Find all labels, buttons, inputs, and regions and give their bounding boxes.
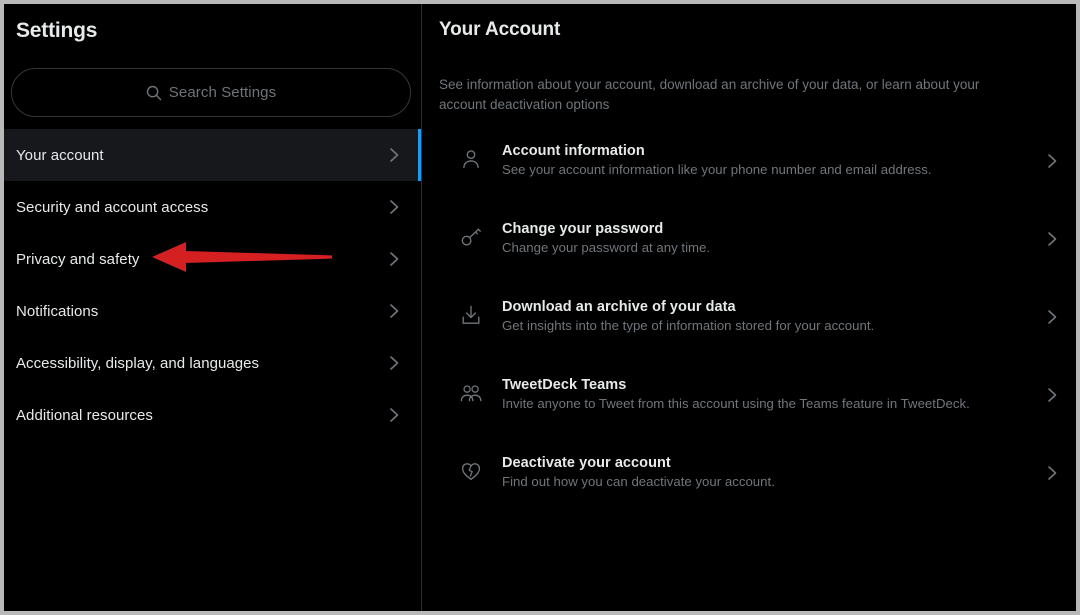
list-item-title: Download an archive of your data bbox=[502, 299, 736, 315]
sidebar-item-accessibility-display-and-languages[interactable]: Accessibility, display, and languages bbox=[4, 337, 421, 389]
chevron-right-icon bbox=[1048, 388, 1057, 402]
sidebar-item-label: Accessibility, display, and languages bbox=[16, 354, 260, 372]
list-item-deactivate-your-account[interactable]: Deactivate your account Find out how you… bbox=[422, 447, 1076, 525]
selected-indicator-bar bbox=[418, 129, 421, 181]
list-item-title: TweetDeck Teams bbox=[502, 377, 627, 393]
page-title: Settings bbox=[16, 19, 98, 42]
list-item-text: Change your password Change your passwor… bbox=[502, 213, 1046, 255]
sidebar-item-label: Privacy and safety bbox=[16, 250, 140, 268]
chevron-right-icon bbox=[390, 408, 399, 422]
list-item-account-information[interactable]: Account information See your account inf… bbox=[422, 135, 1076, 213]
search-input-inner: Search Settings bbox=[146, 84, 276, 101]
sidebar-item-label: Additional resources bbox=[16, 406, 153, 424]
list-item-change-your-password[interactable]: Change your password Change your passwor… bbox=[422, 213, 1076, 291]
settings-window: Settings Search Settings Your account Se… bbox=[4, 4, 1076, 611]
list-item-title: Account information bbox=[502, 143, 645, 159]
sidebar-item-security-and-account-access[interactable]: Security and account access bbox=[4, 181, 421, 233]
panel-title: Your Account bbox=[439, 19, 561, 40]
chevron-right-icon bbox=[1048, 310, 1057, 324]
people-icon bbox=[458, 382, 484, 404]
sidebar-item-privacy-and-safety[interactable]: Privacy and safety bbox=[4, 233, 421, 285]
chevron-right-icon bbox=[1048, 466, 1057, 480]
settings-sidebar: Settings Search Settings Your account Se… bbox=[4, 4, 422, 611]
list-item-download-an-archive-of-your-data[interactable]: Download an archive of your data Get ins… bbox=[422, 291, 1076, 369]
key-icon bbox=[458, 226, 484, 248]
search-icon bbox=[146, 85, 162, 100]
list-item-text: Account information See your account inf… bbox=[502, 135, 1046, 177]
list-item-title: Change your password bbox=[502, 221, 664, 237]
chevron-right-icon bbox=[390, 356, 399, 370]
list-item-subtitle: Get insights into the type of informatio… bbox=[502, 318, 875, 333]
list-item-subtitle: See your account information like your p… bbox=[502, 162, 932, 177]
sidebar-item-your-account[interactable]: Your account bbox=[4, 129, 421, 181]
broken-heart-icon bbox=[458, 460, 484, 482]
search-placeholder: Search Settings bbox=[168, 84, 277, 101]
list-item-title: Deactivate your account bbox=[502, 455, 671, 471]
list-item-text: Deactivate your account Find out how you… bbox=[502, 447, 1046, 489]
sidebar-item-additional-resources[interactable]: Additional resources bbox=[4, 389, 421, 441]
sidebar-item-notifications[interactable]: Notifications bbox=[4, 285, 421, 337]
list-item-subtitle: Find out how you can deactivate your acc… bbox=[502, 474, 775, 489]
chevron-right-icon bbox=[1048, 232, 1057, 246]
list-item-subtitle: Change your password at any time. bbox=[502, 240, 711, 255]
chevron-right-icon bbox=[1048, 154, 1057, 168]
download-icon bbox=[458, 304, 484, 326]
panel-description: See information about your account, down… bbox=[439, 77, 980, 112]
list-item-tweetdeck-teams[interactable]: TweetDeck Teams Invite anyone to Tweet f… bbox=[422, 369, 1076, 447]
list-item-subtitle: Invite anyone to Tweet from this account… bbox=[502, 396, 970, 411]
sidebar-item-label: Your account bbox=[16, 146, 104, 164]
settings-nav-list: Your account Security and account access… bbox=[4, 129, 421, 441]
chevron-right-icon bbox=[390, 200, 399, 214]
person-icon bbox=[458, 148, 484, 170]
sidebar-item-label: Security and account access bbox=[16, 198, 209, 216]
search-settings-input[interactable]: Search Settings bbox=[11, 68, 411, 117]
list-item-text: TweetDeck Teams Invite anyone to Tweet f… bbox=[502, 369, 1046, 411]
account-settings-panel: Your Account See information about your … bbox=[422, 4, 1076, 611]
account-options-list: Account information See your account inf… bbox=[422, 135, 1076, 525]
sidebar-item-label: Notifications bbox=[16, 302, 99, 320]
chevron-right-icon bbox=[390, 252, 399, 266]
chevron-right-icon bbox=[390, 304, 399, 318]
chevron-right-icon bbox=[390, 148, 399, 162]
list-item-text: Download an archive of your data Get ins… bbox=[502, 291, 1046, 333]
